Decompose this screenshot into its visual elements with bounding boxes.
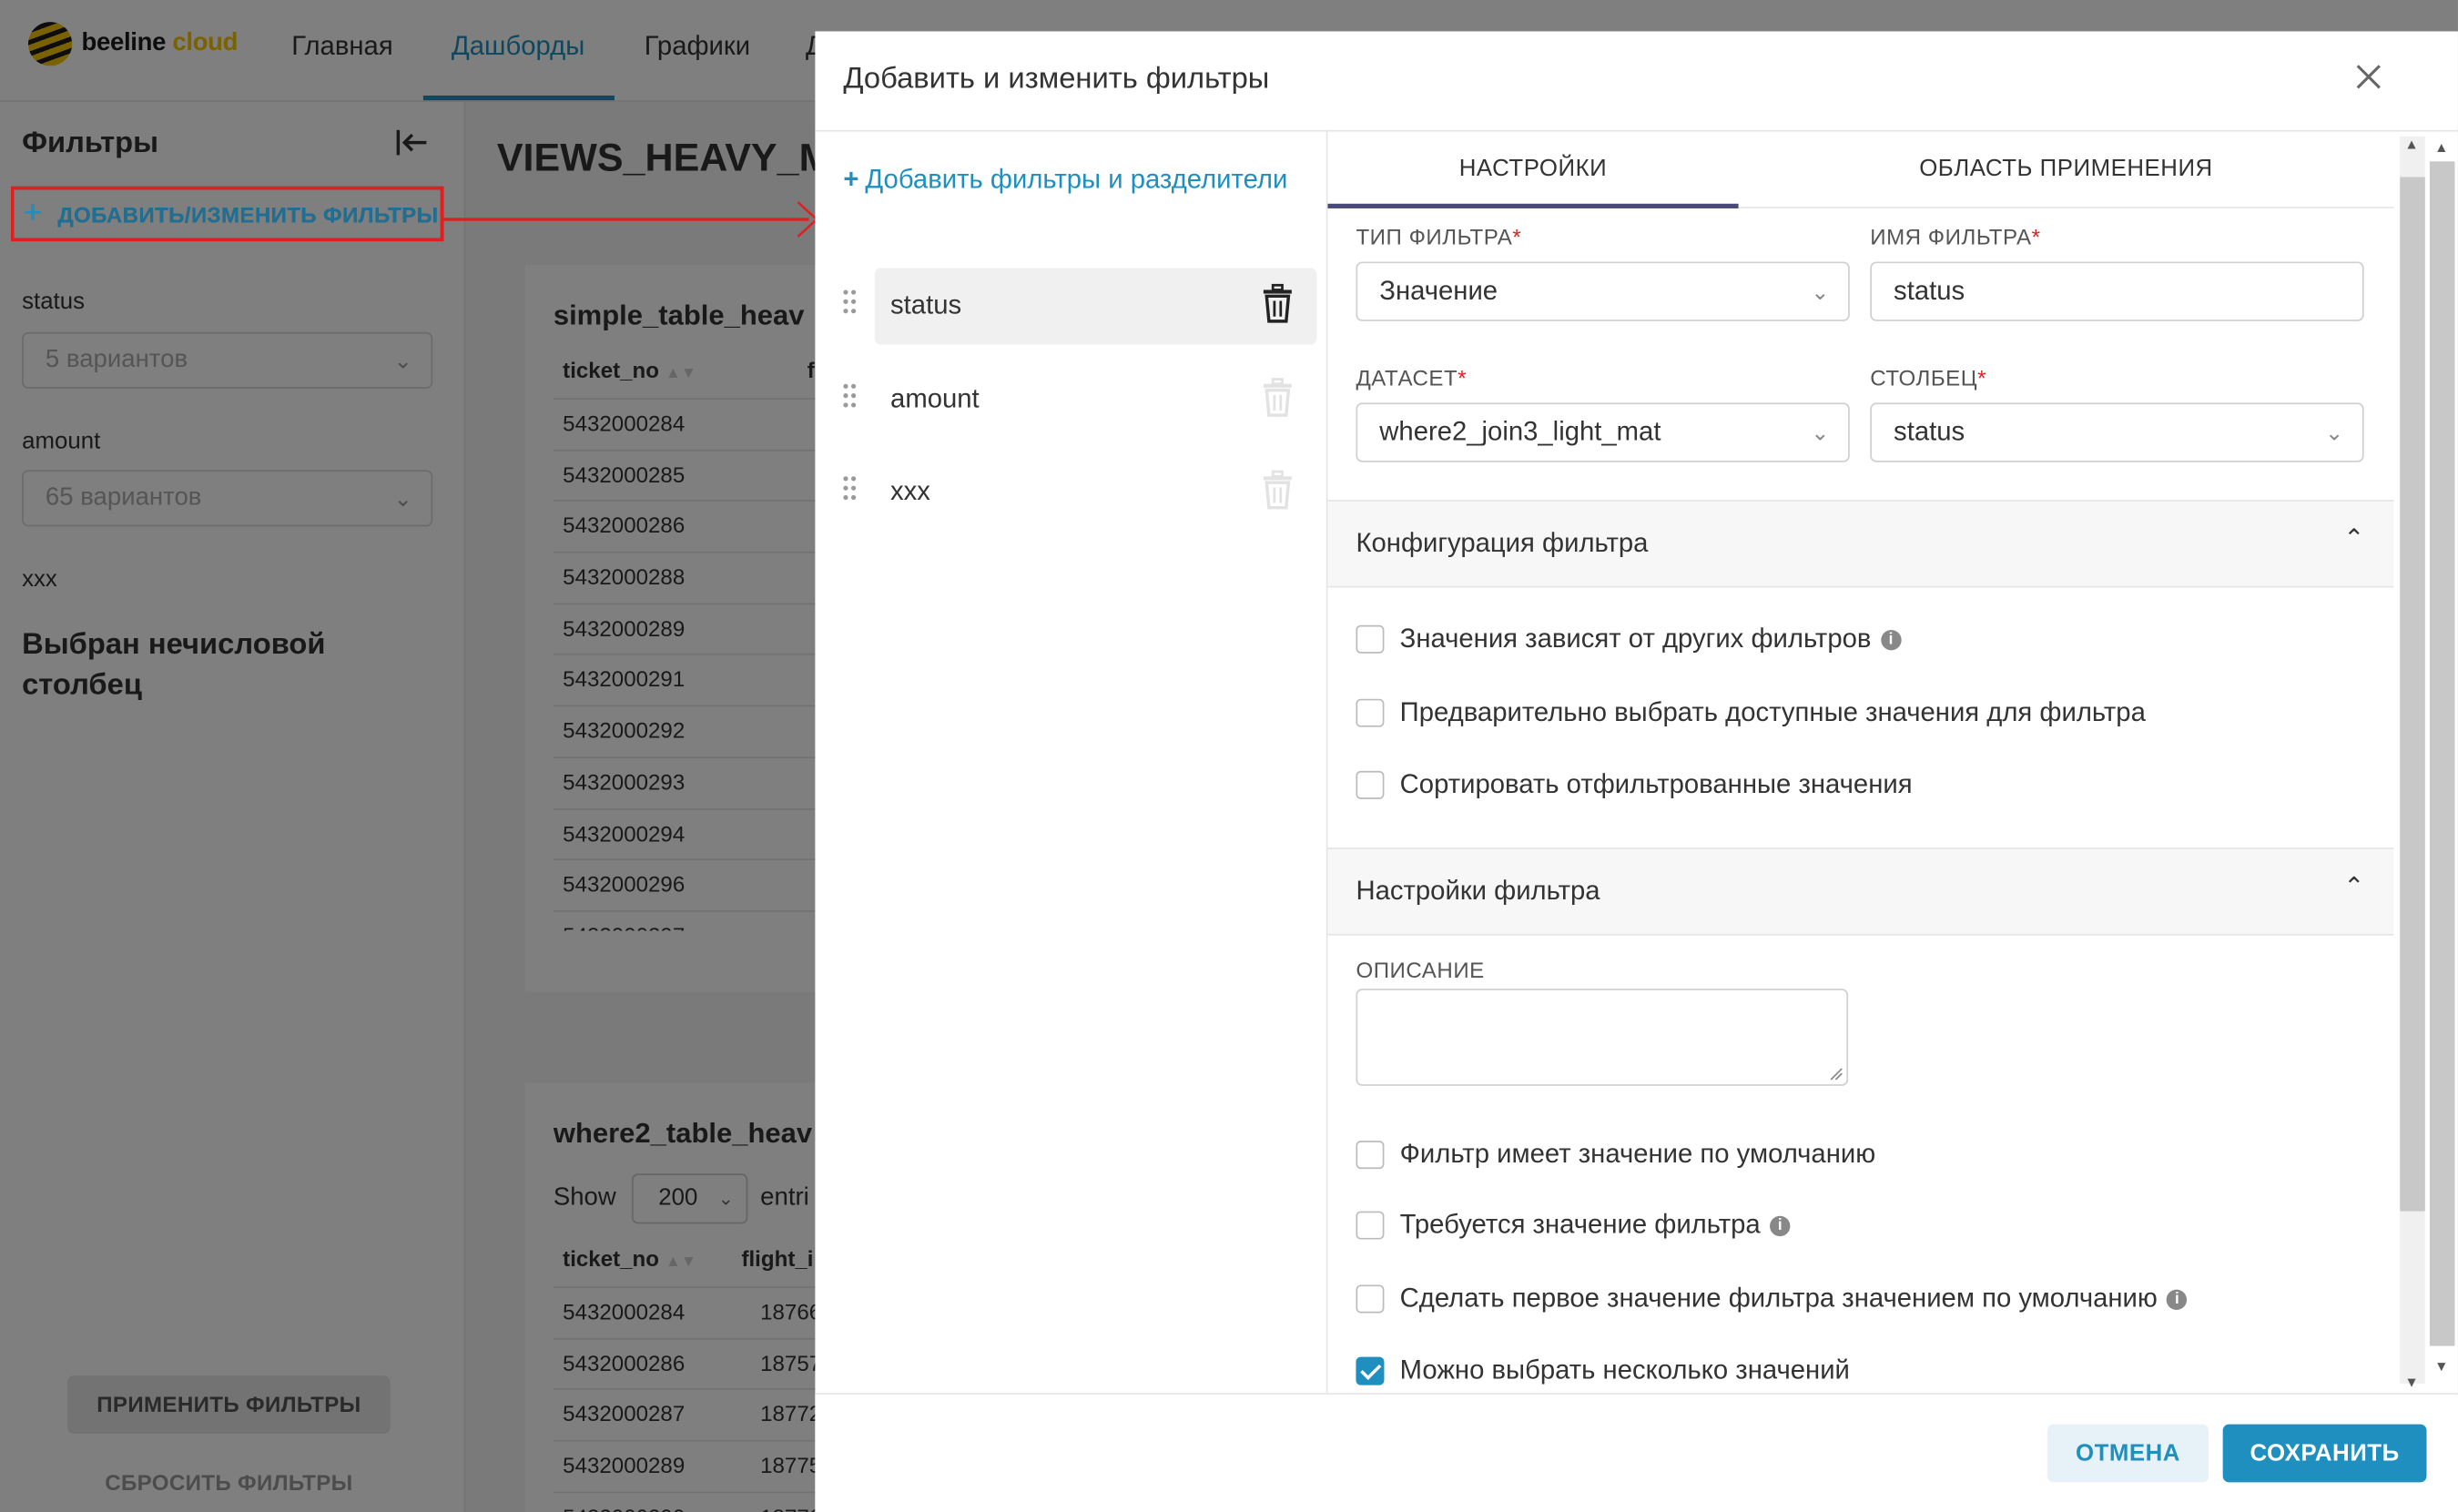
- checkbox[interactable]: [1356, 770, 1385, 799]
- add-filters-dividers-label: Добавить фильтры и разделители: [865, 164, 1288, 195]
- scroll-up-icon[interactable]: ▲: [2434, 139, 2448, 155]
- info-icon[interactable]: i: [1880, 629, 1902, 650]
- save-button[interactable]: СОХРАНИТЬ: [2222, 1424, 2427, 1483]
- plus-icon: +: [843, 164, 859, 195]
- checkbox[interactable]: [1356, 1141, 1385, 1170]
- annotation-highlight-box: + ДОБАВИТЬ/ИЗМЕНИТЬ ФИЛЬТРЫ: [11, 186, 444, 242]
- modal-header: Добавить и изменить фильтры: [815, 31, 2458, 132]
- annotation-arrow-line: [443, 218, 809, 220]
- checkbox[interactable]: [1356, 624, 1385, 654]
- dataset-select[interactable]: where2_join3_light_mat ⌄: [1356, 402, 1850, 462]
- option-first-as-default[interactable]: Сделать первое значение фильтра значение…: [1356, 1283, 2188, 1314]
- filter-settings-section-header[interactable]: Настройки фильтра ⌃: [1327, 847, 2394, 936]
- filter-type-select[interactable]: Значение ⌄: [1356, 261, 1850, 321]
- option-label: Фильтр имеет значение по умолчанию: [1399, 1139, 1876, 1170]
- column-label: СТОЛБЕЦ*: [1870, 365, 1987, 391]
- add-filters-dividers-link[interactable]: + Добавить фильтры и разделители: [843, 165, 1287, 196]
- trash-icon[interactable]: [1260, 470, 1295, 511]
- tab-settings[interactable]: НАСТРОЙКИ: [1327, 130, 1738, 208]
- option-depends-on-filters[interactable]: Значения зависят от других фильтров i: [1356, 624, 1902, 655]
- dataset-label: ДАТАСЕТ*: [1356, 365, 1468, 391]
- filter-name-input[interactable]: status: [1870, 261, 2364, 321]
- close-icon[interactable]: [2351, 59, 2386, 105]
- scrollbar-thumb[interactable]: [2400, 177, 2425, 1212]
- tab-scope[interactable]: ОБЛАСТЬ ПРИМЕНЕНИЯ: [1739, 130, 2394, 208]
- filter-list-panel: + Добавить фильтры и разделители status a…: [815, 129, 1328, 1394]
- resize-handle-icon[interactable]: [1828, 1065, 1844, 1081]
- column-select[interactable]: status ⌄: [1870, 402, 2364, 462]
- filter-list-item-amount[interactable]: amount: [843, 362, 1317, 439]
- scroll-down-icon[interactable]: ▼: [2404, 1375, 2418, 1390]
- option-label: Сортировать отфильтрованные значения: [1399, 769, 1913, 799]
- option-label: Предварительно выбрать доступные значени…: [1399, 696, 2146, 727]
- filter-name-value: status: [1894, 275, 1965, 306]
- checkbox[interactable]: [1356, 1211, 1385, 1240]
- checkbox-checked[interactable]: [1356, 1356, 1385, 1385]
- filters-modal: Добавить и изменить фильтры + Добавить фи…: [815, 31, 2458, 1512]
- option-has-default[interactable]: Фильтр имеет значение по умолчанию: [1356, 1139, 1875, 1170]
- annotation-highlight-label: ДОБАВИТЬ/ИЗМЕНИТЬ ФИЛЬТРЫ: [57, 201, 439, 227]
- filter-settings-panel: НАСТРОЙКИ ОБЛАСТЬ ПРИМЕНЕНИЯ ТИП ФИЛЬТРА…: [1327, 130, 2457, 1393]
- filter-list-item-name: xxx: [890, 476, 930, 506]
- column-value: status: [1894, 416, 1965, 447]
- dataset-value: where2_join3_light_mat: [1379, 416, 1661, 447]
- info-icon[interactable]: i: [1770, 1214, 1791, 1236]
- filter-name-label: ИМЯ ФИЛЬТРА*: [1870, 224, 2041, 249]
- option-preselect-values[interactable]: Предварительно выбрать доступные значени…: [1356, 696, 2146, 728]
- filter-type-label: ТИП ФИЛЬТРА*: [1356, 224, 1522, 249]
- option-required[interactable]: Требуется значение фильтра i: [1356, 1209, 1791, 1241]
- settings-scrollbar[interactable]: ▲ ▲ ▼ ▼: [2399, 130, 2458, 1393]
- checkbox[interactable]: [1356, 1284, 1385, 1314]
- option-label: Сделать первое значение фильтра значение…: [1399, 1283, 2158, 1314]
- chevron-down-icon: ⌄: [1811, 420, 1830, 445]
- chevron-down-icon: ⌄: [2325, 420, 2344, 445]
- trash-icon[interactable]: [1260, 283, 1295, 325]
- section-title: Настройки фильтра: [1356, 876, 1600, 906]
- cancel-button[interactable]: ОТМЕНА: [2047, 1424, 2209, 1483]
- filter-type-value: Значение: [1379, 275, 1498, 306]
- option-sort-values[interactable]: Сортировать отфильтрованные значения: [1356, 769, 1913, 800]
- drag-handle-icon[interactable]: [843, 289, 857, 315]
- chevron-up-icon: ⌃: [2343, 874, 2365, 901]
- modal-title: Добавить и изменить фильтры: [843, 62, 1270, 96]
- chevron-up-icon: ⌃: [2343, 526, 2365, 553]
- option-label: Можно выбрать несколько значений: [1399, 1355, 1850, 1385]
- filter-list-item-name: amount: [890, 383, 980, 414]
- scroll-up-icon[interactable]: ▲: [2404, 137, 2418, 152]
- option-label: Требуется значение фильтра: [1399, 1209, 1761, 1240]
- trash-icon[interactable]: [1260, 378, 1295, 419]
- drag-handle-icon[interactable]: [843, 383, 857, 410]
- active-tab-indicator: [1327, 203, 1739, 208]
- filter-list-item-status[interactable]: status: [843, 268, 1317, 345]
- scrollbar-thumb-outer[interactable]: [2429, 161, 2455, 1346]
- scroll-down-icon[interactable]: ▼: [2434, 1358, 2448, 1374]
- description-label: ОПИСАНИЕ: [1356, 957, 1485, 983]
- description-textarea[interactable]: [1356, 989, 1849, 1086]
- drag-handle-icon[interactable]: [843, 476, 857, 502]
- section-title: Конфигурация фильтра: [1356, 528, 1649, 558]
- info-icon[interactable]: i: [2167, 1288, 2188, 1310]
- plus-icon: +: [23, 196, 43, 231]
- option-label: Значения зависят от других фильтров: [1399, 624, 1872, 654]
- filter-config-section-header[interactable]: Конфигурация фильтра ⌃: [1327, 500, 2394, 588]
- filter-list-item-xxx[interactable]: xxx: [843, 454, 1317, 531]
- filter-list-item-name: status: [890, 289, 962, 320]
- checkbox[interactable]: [1356, 698, 1385, 727]
- modal-footer: ОТМЕНА СОХРАНИТЬ: [815, 1393, 2458, 1512]
- option-multiple-values[interactable]: Можно выбрать несколько значений: [1356, 1355, 1850, 1386]
- chevron-down-icon: ⌄: [1811, 279, 1830, 304]
